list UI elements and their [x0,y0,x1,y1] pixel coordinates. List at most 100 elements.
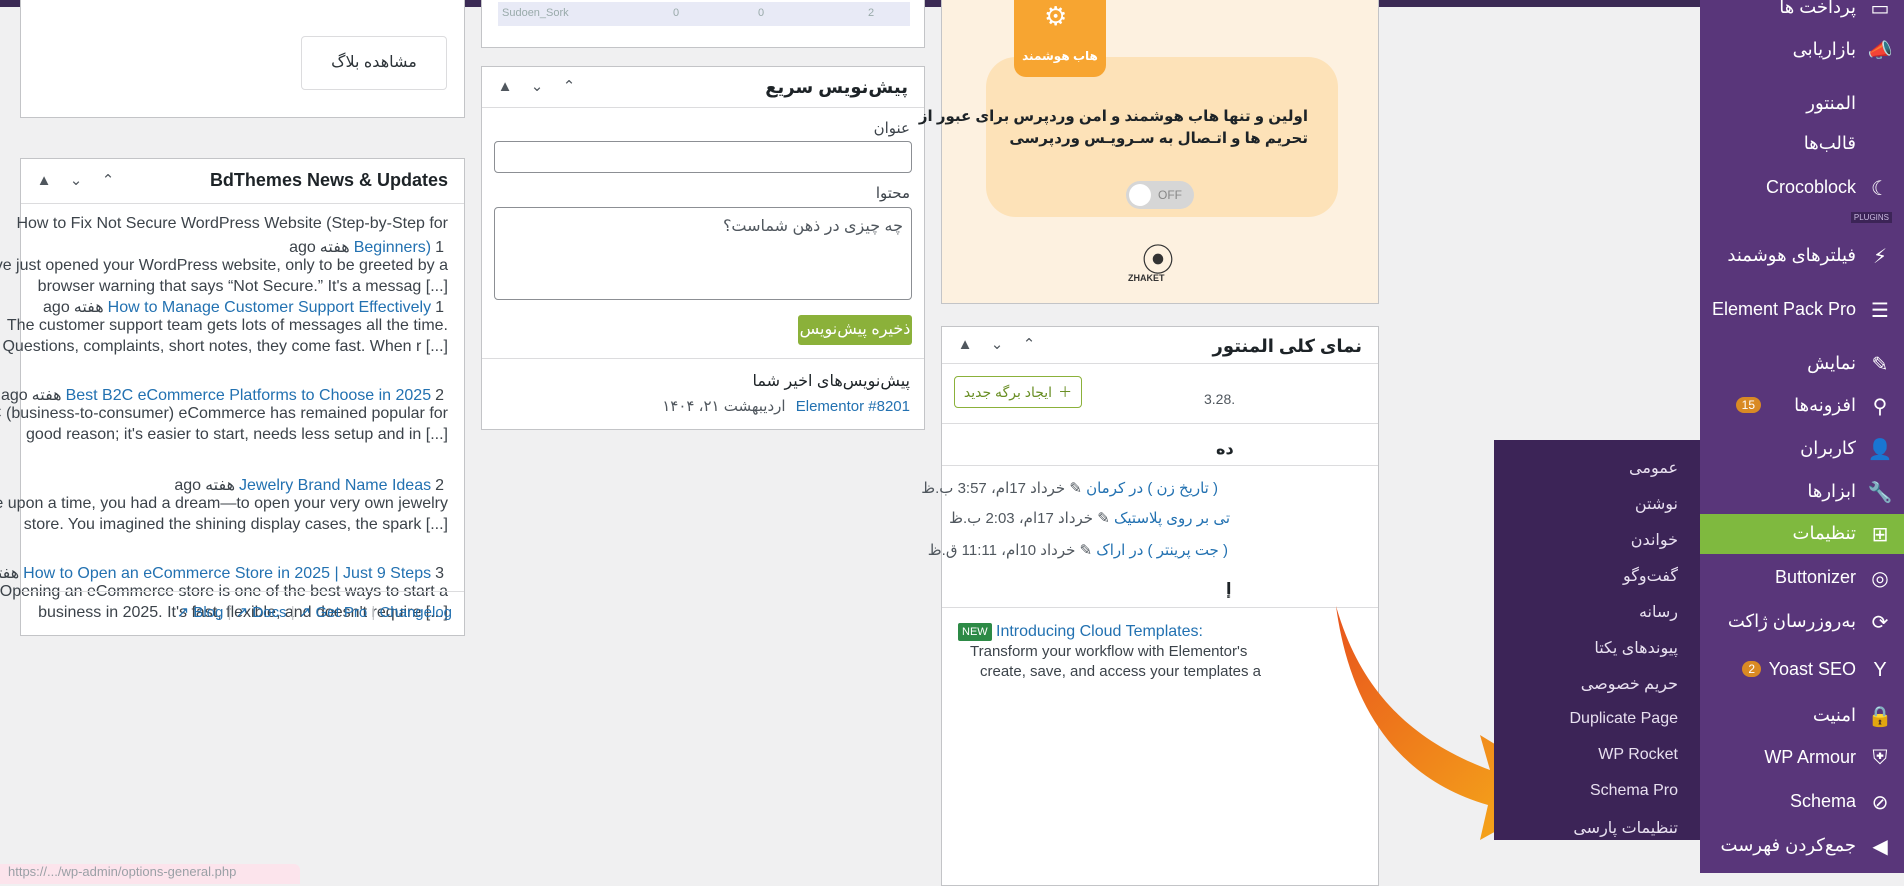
recent-edit-row: ( تاریخ زن ) در کرمان ✎ خرداد 17ام، 3:57… [921,479,1218,497]
move-up-icon[interactable]: ▲ [35,171,53,189]
stats-table-panel: Sudoen_Sork 0 0 2 [481,0,925,48]
plugin-icon: ⚲ [1872,395,1888,418]
news-post-title[interactable]: How to Fix Not Secure WordPress Website … [16,215,448,233]
flyout-item[interactable]: WP Rocket [1598,746,1678,764]
settings-flyout-menu: عمومی نوشتن خواندن گفت‌وگو رسانه پیوندهای یکت… [1494,440,1700,840]
sidebar-item[interactable]: Y Yoast SEO 2 [1700,650,1904,690]
post-week-count: 1 [435,239,444,256]
recent-edit-link[interactable]: ( تاریخ زن ) در کرمان [1086,480,1218,497]
sidebar-item[interactable]: ⊞ تنظیمات [1700,514,1904,554]
news-post-title[interactable]: How to Manage Customer Support Effective… [108,299,431,316]
elementor-overview-panel: نمای کلی المنتور ▲ ⌄ ⌃ ＋ایجاد برگه جدید … [921,326,1379,886]
section-heading-fragment: إ [1226,581,1232,598]
news-post-excerpt: store. You imagined the shining display … [23,516,448,533]
flyout-item[interactable]: خواندن [1631,530,1678,550]
news-post-meta: ago هفته How to Manage Customer Support Ef… [43,297,448,317]
sidebar-item-label: تنظیمات [1792,523,1856,543]
sidebar-item[interactable]: ⚡ فیلترهای هوشمند [1700,236,1904,276]
flyout-item[interactable]: رسانه [1639,602,1678,622]
flyout-item[interactable]: نوشتن [1635,494,1678,514]
sidebar-item[interactable]: ◀ جمع‌کردن فهرست [1700,826,1904,866]
sidebar-item[interactable]: ✎ نمایش [1700,344,1904,384]
divider [942,465,1378,466]
recent-draft-link[interactable]: Elementor #8201 [796,398,910,415]
recent-draft-date: اردیبهشت ۲۱، ۱۴۰۴ [662,398,786,415]
flyout-item[interactable]: Schema Pro [1590,782,1678,800]
sidebar-item[interactable]: ⛨ WP Armour [1700,738,1904,778]
footer-link[interactable]: Get Pro [316,604,368,621]
sidebar-item[interactable]: ☰ Element Pack Pro [1700,290,1904,330]
view-blog-button[interactable]: مشاهده بلاگ [301,36,447,90]
sidebar-item[interactable]: ⟳ به‌روزرسان ژاکت [1700,602,1904,642]
recent-edit-link[interactable]: ( جت پرینتر ) در اراک [1096,542,1228,559]
sidebar-item[interactable]: ⊘ Schema [1700,782,1904,822]
panel-title: پیش‌نویس سریع [765,77,908,97]
chevron-up-icon[interactable]: ⌃ [1020,335,1038,353]
sidebar-item[interactable]: ▭ پرداخت ها [1700,0,1904,28]
sidebar-item-label: Buttonizer [1774,567,1856,587]
footer-link[interactable]: Docs [252,604,286,621]
flyout-item[interactable]: پیوندهای یکتا [1594,638,1678,658]
recent-edit-link[interactable]: تی بر روی پلاستیک [1114,510,1230,527]
plugins-tag: PLUGINS [1850,212,1892,223]
news-post-title-cont[interactable]: Beginners) [354,239,431,256]
flyout-item[interactable]: گفت‌وگو [1623,566,1678,586]
wrench-icon: 🔧 [1867,481,1893,504]
news-post-title[interactable]: Best B2C eCommerce Platforms to Choose i… [66,387,432,404]
sidebar-item[interactable]: PLUGINS [1700,212,1904,228]
panel-title: BdThemes News & Updates [209,170,448,190]
chevron-down-icon[interactable]: ⌄ [528,77,546,95]
footer-link[interactable]: Changelog [379,604,452,621]
draft-title-input[interactable] [494,141,912,173]
sidebar-item[interactable]: المنتور [1700,84,1904,124]
post-ago: ago [0,387,28,404]
sidebar-item[interactable]: ☾ Crocoblock [1700,168,1904,208]
sidebar-item[interactable]: 🔒 امنیت [1700,696,1904,736]
sidebar-item-label: ابزارها [1807,481,1856,501]
compass-icon: ⊘ [1871,791,1889,814]
flyout-item[interactable]: Duplicate Page [1569,710,1678,728]
sidebar-item[interactable]: قالب‌ها [1700,124,1904,164]
post-week-unit: هفته [319,239,350,256]
news-post-title[interactable]: Jewelry Brand Name Ideas [239,477,431,494]
draft-content-textarea[interactable]: چه چیزی در ذهن شماست؟ [494,207,912,300]
hub-logo-text: هاب هوشمند [1022,49,1098,63]
user-icon: 👤 [1867,438,1893,461]
news-post-meta: ago هفته Jewelry Brand Name Ideas 2 [174,475,448,495]
move-up-icon[interactable]: ▲ [956,335,974,353]
sidebar-item[interactable]: 🔧 ابزارها [1700,472,1904,512]
quick-draft-panel: پیش‌نویس سریع ▲ ⌄ ⌃ عنوان محتوا چه چیزی … [481,66,925,430]
sidebar-item[interactable]: 📣 بازاریابی [1700,30,1904,70]
chevron-up-icon[interactable]: ⌃ [560,77,578,95]
move-up-icon[interactable]: ▲ [496,77,514,95]
title-label: عنوان [873,120,910,137]
chevron-up-icon[interactable]: ⌃ [99,171,117,189]
chevron-down-icon[interactable]: ⌄ [67,171,85,189]
table-row: Sudoen_Sork 0 0 2 [498,2,910,26]
news-item: NEW Introducing Cloud Templates: Transfo… [958,621,1358,691]
row-value: 0 [758,7,765,19]
create-page-button[interactable]: ＋ ایجاد برگه جدید [954,376,1082,408]
sidebar-item[interactable]: 👤 کاربران [1700,429,1904,469]
flyout-item[interactable]: عمومی [1629,458,1678,478]
flyout-item[interactable]: حریم خصوصی [1581,674,1678,694]
zhaket-icon: ⟳ [1871,611,1889,634]
sidebar-item[interactable]: ⚲ افزونه‌ها 15 [1700,386,1904,426]
settings-icon: ⊞ [1871,523,1889,546]
flyout-item[interactable]: تنظیمات پارسی [1573,818,1678,838]
save-draft-button[interactable]: ذخیره پیش‌نویس [798,315,912,345]
sidebar-item-label: المنتور [1806,93,1856,113]
sidebar-item[interactable]: ◎ Buttonizer [1700,558,1904,598]
chevron-down-icon[interactable]: ⌄ [988,335,1006,353]
news-title-link[interactable]: Introducing Cloud Templates: [996,623,1203,641]
post-week-unit: هفته [31,387,62,404]
sidebar-item-label: Yoast SEO [1768,659,1856,679]
post-ago: ago [174,477,202,494]
update-count-badge: 2 [1742,661,1761,677]
collapse-icon: ◀ [1872,835,1888,858]
footer-link[interactable]: Blog [193,604,223,621]
sidebar-item-label: نمایش [1807,353,1856,373]
hub-toggle[interactable]: OFF [1126,181,1194,209]
news-post-meta: agoهفتهHow to Open an eCommerce Store in… [0,563,448,583]
news-post-title[interactable]: How to Open an eCommerce Store in 2025 |… [23,565,431,582]
